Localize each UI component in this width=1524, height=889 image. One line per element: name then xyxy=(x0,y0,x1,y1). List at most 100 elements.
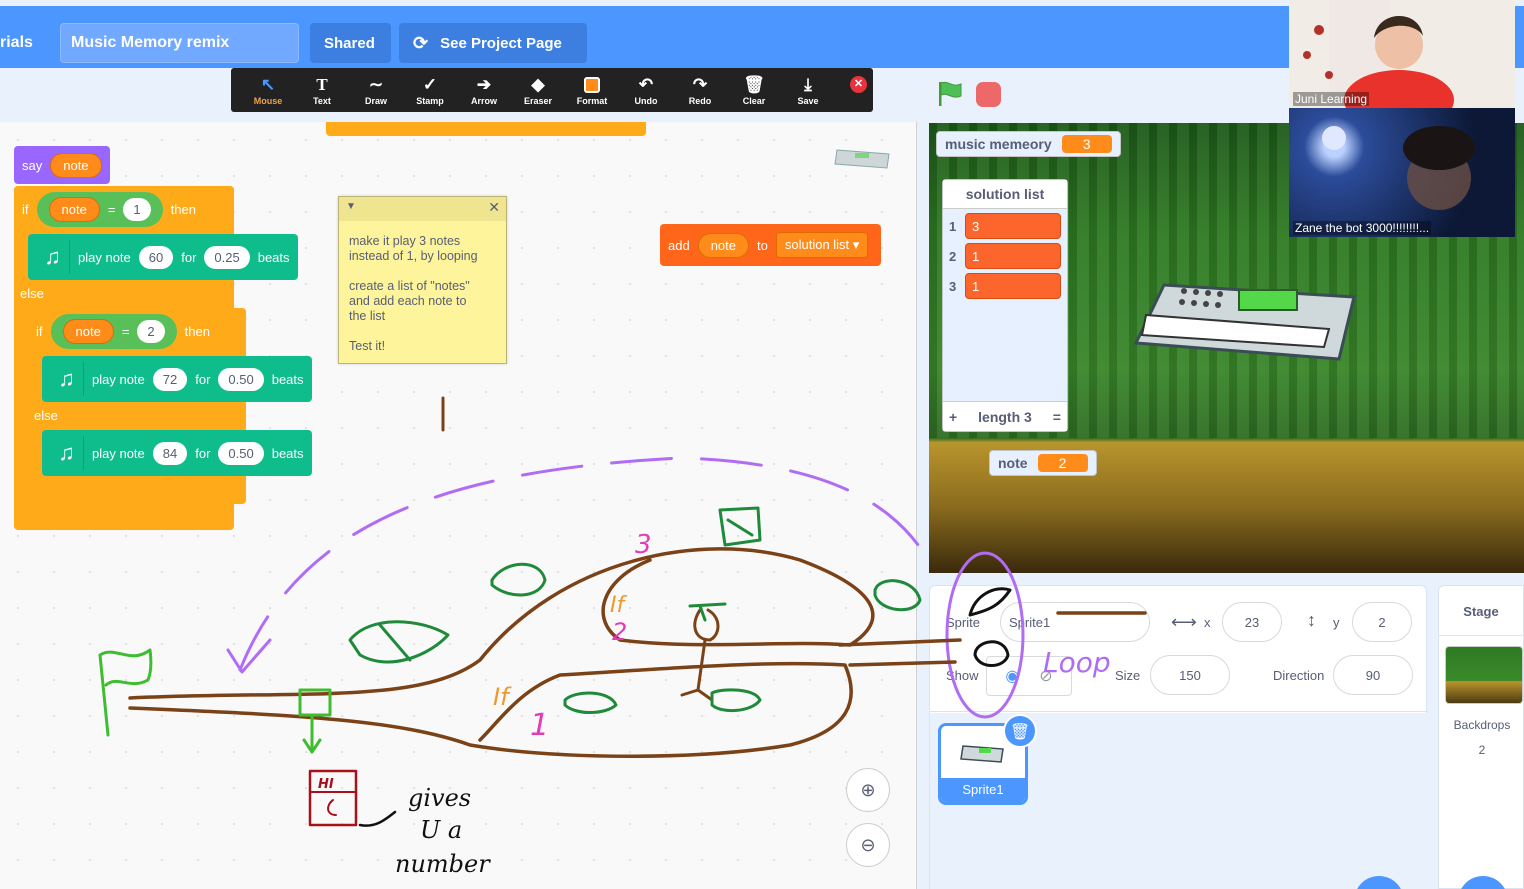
checkmark-icon: ✓ xyxy=(422,75,438,94)
keyboard-icon xyxy=(834,149,890,169)
say-block[interactable]: say note xyxy=(14,146,110,184)
text-icon: T xyxy=(316,75,328,94)
monitor-value: 2 xyxy=(1037,454,1088,472)
redo-tool[interactable]: ↷ Redo xyxy=(673,74,727,106)
play-note-label: play note xyxy=(92,445,145,461)
equals-operator[interactable]: note = 2 xyxy=(50,313,177,349)
if2-value-field[interactable]: 2 xyxy=(137,319,165,343)
play-note-block[interactable]: ♫ play note 60 for 0.25 beats xyxy=(28,234,298,280)
backdrops-count: 2 xyxy=(1478,743,1486,757)
list-item[interactable]: 31 xyxy=(949,273,1061,299)
project-title-input[interactable]: Music Memory remix xyxy=(60,23,299,63)
play-note-block[interactable]: ♫ play note 72 for 0.50 beats xyxy=(42,356,312,402)
video-tile-instructor: Juni Learning xyxy=(1289,0,1515,108)
stage-selector[interactable]: Stage Backdrops 2 xyxy=(1438,585,1524,889)
beats-label: beats xyxy=(271,445,304,461)
undo-tool[interactable]: ↶ Undo xyxy=(619,74,673,106)
music-note-icon: ♫ xyxy=(36,240,70,274)
format-tool[interactable]: Format xyxy=(565,74,619,106)
beats-value-field[interactable]: 0.50 xyxy=(218,441,264,465)
arrow-icon: ➔ xyxy=(476,75,492,94)
play-note-label: play note xyxy=(78,249,131,265)
eye-icon[interactable]: ◉ xyxy=(1005,666,1019,686)
script-area[interactable]: say note if note = 1 then ♫ play note 60… xyxy=(0,122,917,889)
equals-label: = xyxy=(107,201,116,217)
shared-button[interactable]: Shared xyxy=(310,23,391,63)
tutorials-menu-item[interactable]: rials xyxy=(0,34,33,52)
undo-icon: ↶ xyxy=(638,75,654,94)
music-memory-monitor[interactable]: music memeory 3 xyxy=(936,131,1121,157)
note-reporter[interactable]: note xyxy=(50,152,102,178)
save-tool[interactable]: ⤓ Save xyxy=(781,74,835,106)
list-footer: + length 3 = xyxy=(943,401,1067,431)
x-input[interactable]: 23 xyxy=(1222,602,1282,642)
else-label: else xyxy=(20,286,44,301)
list-dropdown[interactable]: solution list ▾ xyxy=(775,232,869,258)
eraser-tool[interactable]: ◆ Eraser xyxy=(511,74,565,106)
visibility-toggle[interactable]: ◉ ⊘ xyxy=(986,656,1072,696)
then-label: then xyxy=(170,201,196,217)
note-reporter[interactable]: note xyxy=(48,196,100,222)
beats-label: beats xyxy=(271,371,304,387)
inner-if-header[interactable]: if note = 2 then xyxy=(28,308,246,354)
list-item-value[interactable]: 3 xyxy=(965,213,1061,239)
comment-text[interactable]: make it play 3 notes instead of 1, by lo… xyxy=(339,221,506,367)
squiggle-icon: ∼ xyxy=(368,75,384,94)
redo-tool-label: Redo xyxy=(688,96,712,106)
add-to-list-block[interactable]: add note to solution list ▾ xyxy=(660,224,881,266)
stop-icon[interactable] xyxy=(976,82,1001,107)
direction-input[interactable]: 90 xyxy=(1333,655,1413,695)
beats-value-field[interactable]: 0.50 xyxy=(218,367,264,391)
list-item[interactable]: 13 xyxy=(949,213,1061,239)
equals-label: = xyxy=(121,323,130,339)
to-label: to xyxy=(757,237,768,253)
note-monitor[interactable]: note 2 xyxy=(989,450,1097,476)
note-reporter[interactable]: note xyxy=(697,232,750,258)
solution-list-monitor[interactable]: solution list 13 21 31 + length 3 = xyxy=(942,179,1068,432)
zoom-in-button[interactable]: ⊕ xyxy=(846,768,890,812)
keyboard-sprite[interactable] xyxy=(1134,275,1359,365)
list-item-value[interactable]: 1 xyxy=(965,243,1061,269)
backdrop-thumbnail[interactable] xyxy=(1445,646,1523,704)
music-note-icon: ♫ xyxy=(50,436,84,470)
close-toolbar-icon[interactable]: ✕ xyxy=(850,76,867,93)
if1-value-field[interactable]: 1 xyxy=(123,197,151,221)
list-item-value[interactable]: 1 xyxy=(965,273,1061,299)
size-input[interactable]: 150 xyxy=(1150,655,1230,695)
beats-value-field[interactable]: 0.25 xyxy=(204,245,250,269)
y-input[interactable]: 2 xyxy=(1352,602,1412,642)
partial-block[interactable] xyxy=(326,122,646,136)
play-note-block[interactable]: ♫ play note 84 for 0.50 beats xyxy=(42,430,312,476)
delete-sprite-icon[interactable]: 🗑 xyxy=(1003,714,1037,748)
text-tool[interactable]: T Text xyxy=(295,74,349,106)
close-icon[interactable]: ✕ xyxy=(488,199,500,216)
zoom-out-button[interactable]: ⊖ xyxy=(846,823,890,867)
green-flag-icon[interactable] xyxy=(936,80,964,108)
add-item-button[interactable]: + xyxy=(949,409,957,425)
stamp-tool[interactable]: ✓ Stamp xyxy=(403,74,457,106)
mouse-tool[interactable]: ↖ Mouse xyxy=(241,74,295,106)
draw-tool[interactable]: ∼ Draw xyxy=(349,74,403,106)
comment-header[interactable]: ▼ ✕ xyxy=(339,197,506,221)
collapse-icon[interactable]: ▼ xyxy=(346,201,356,212)
download-icon: ⤓ xyxy=(804,75,812,94)
note-value-field[interactable]: 84 xyxy=(152,441,188,465)
equals-operator[interactable]: note = 1 xyxy=(36,191,163,227)
color-swatch-icon xyxy=(584,77,600,93)
direction-label: Direction xyxy=(1273,668,1325,683)
note-value-field[interactable]: 72 xyxy=(152,367,188,391)
sprite-label: Sprite xyxy=(946,615,980,630)
if-header[interactable]: if note = 1 then xyxy=(14,186,234,232)
note-reporter[interactable]: note xyxy=(62,318,114,344)
see-project-page-button[interactable]: ⟳ See Project Page xyxy=(399,23,587,63)
list-item[interactable]: 21 xyxy=(949,243,1061,269)
clear-tool[interactable]: 🗑 Clear xyxy=(727,74,781,106)
arrow-tool[interactable]: ➔ Arrow xyxy=(457,74,511,106)
sprite-name-input[interactable]: Sprite1 xyxy=(1000,602,1150,642)
resize-handle[interactable]: = xyxy=(1053,409,1061,425)
comment-note[interactable]: ▼ ✕ make it play 3 notes instead of 1, b… xyxy=(338,196,507,364)
eye-hidden-icon[interactable]: ⊘ xyxy=(1039,666,1052,686)
size-label: Size xyxy=(1115,668,1141,683)
note-value-field[interactable]: 60 xyxy=(138,245,174,269)
clear-tool-label: Clear xyxy=(742,96,766,106)
